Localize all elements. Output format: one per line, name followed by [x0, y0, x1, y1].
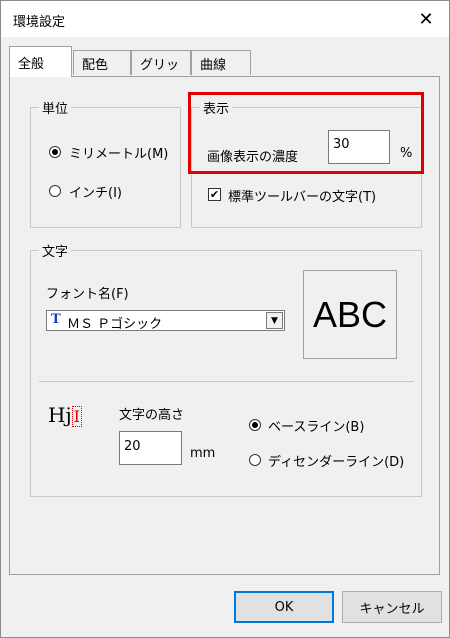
- settings-dialog: 環境設定 ✕ 全般 配色 グリッド 曲線 単位 ミリメートル(M) インチ(I)…: [0, 0, 450, 638]
- general-tab-panel: 単位 ミリメートル(M) インチ(I) 表示 画像表示の濃度 30 % ✔ 標準…: [9, 76, 440, 575]
- tab-grid[interactable]: グリッド: [131, 50, 191, 92]
- truetype-icon: T: [51, 312, 61, 327]
- divider: [39, 381, 414, 382]
- toolbar-text-checkbox[interactable]: ✔: [208, 188, 221, 201]
- text-height-input[interactable]: 20: [119, 431, 182, 465]
- inch-label: インチ(I): [69, 186, 122, 201]
- title-bar: 環境設定 ✕: [1, 1, 449, 37]
- chevron-down-icon[interactable]: ▼: [266, 312, 283, 329]
- tab-curves[interactable]: 曲線: [191, 50, 251, 75]
- baseline-radio[interactable]: [249, 419, 261, 431]
- window-title: 環境設定: [13, 15, 66, 30]
- tab-general[interactable]: 全般: [9, 46, 72, 77]
- baseline-label: ベースライン(B): [268, 420, 365, 435]
- tab-label: 曲線: [200, 58, 227, 73]
- font-preview: ABC: [303, 270, 397, 359]
- ok-button[interactable]: OK: [234, 591, 334, 623]
- text-height-label: 文字の高さ: [119, 408, 185, 423]
- descender-line-radio[interactable]: [249, 454, 261, 466]
- millimeter-label: ミリメートル(M): [69, 147, 169, 162]
- units-group-label: 単位: [39, 98, 72, 117]
- text-group-label: 文字: [39, 241, 72, 260]
- display-highlight-box: [188, 92, 424, 174]
- units-group: 単位 ミリメートル(M) インチ(I): [30, 98, 181, 228]
- tab-label: 配色: [82, 58, 109, 73]
- font-name-value: ＭＳ Ｐゴシック: [67, 317, 163, 332]
- text-height-unit: mm: [190, 446, 216, 461]
- text-height-icon: Hj I: [48, 403, 82, 427]
- cancel-button[interactable]: キャンセル: [342, 591, 442, 623]
- tab-label: 全般: [18, 57, 45, 72]
- close-button[interactable]: ✕: [403, 1, 449, 37]
- tab-colors[interactable]: 配色: [73, 50, 131, 75]
- font-name-select[interactable]: T ＭＳ Ｐゴシック ▼: [46, 310, 285, 332]
- toolbar-text-label: 標準ツールバーの文字(T): [228, 190, 377, 205]
- height-marker-icon: I: [71, 406, 82, 427]
- descender-line-label: ディセンダーライン(D): [268, 455, 405, 470]
- millimeter-radio[interactable]: [49, 146, 61, 158]
- inch-radio[interactable]: [49, 185, 61, 197]
- text-group: 文字 フォント名(F) T ＭＳ Ｐゴシック ▼ ABC Hj I 文字の高さ 2…: [30, 241, 422, 497]
- close-icon: ✕: [418, 8, 434, 30]
- font-name-label: フォント名(F): [46, 287, 129, 302]
